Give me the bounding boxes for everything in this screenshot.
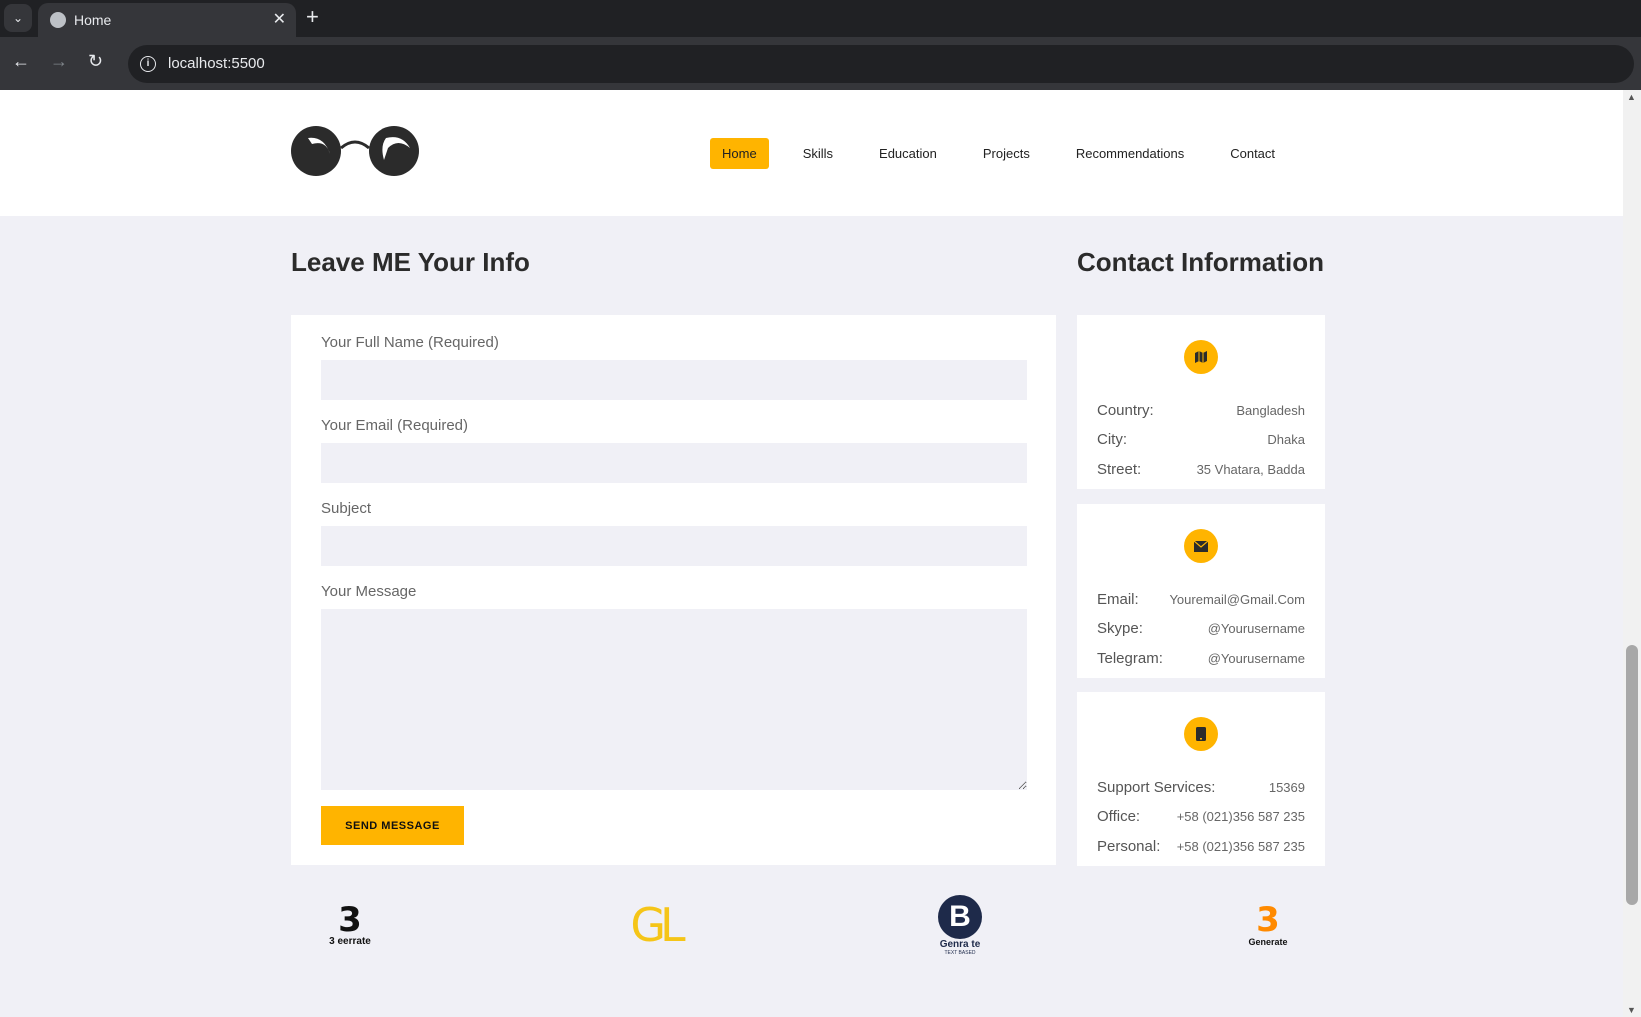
- brand-mark: 3: [338, 899, 362, 940]
- nav-home[interactable]: Home: [710, 138, 769, 169]
- row-value[interactable]: @Yourusername: [1208, 651, 1305, 666]
- row-value: Dhaka: [1267, 431, 1305, 447]
- email-row: Email: Youremail@Gmail.Com: [1097, 589, 1305, 609]
- row-value: 35 Vhatara, Badda: [1196, 461, 1305, 477]
- nav-contact[interactable]: Contact: [1218, 138, 1287, 169]
- row-key: City:: [1097, 430, 1127, 448]
- globe-icon: [50, 12, 66, 28]
- row-value[interactable]: 15369: [1269, 780, 1305, 795]
- email-card: Email: Youremail@Gmail.Com Skype: @Youru…: [1077, 504, 1325, 678]
- support-row: Support Services: 15369: [1097, 777, 1305, 797]
- nav-education[interactable]: Education: [867, 138, 949, 169]
- tab-title: Home: [74, 12, 112, 28]
- back-icon[interactable]: ←: [12, 51, 30, 72]
- city-row: City: Dhaka: [1097, 429, 1305, 449]
- email-field[interactable]: [321, 443, 1027, 483]
- browser-tab-bar: ⌄ Home ✕ +: [0, 0, 1641, 37]
- row-key: Street:: [1097, 460, 1142, 478]
- personal-row: Personal: +58 (021)356 587 235: [1097, 836, 1305, 856]
- contact-heading: Contact Information: [1077, 247, 1324, 277]
- row-key: Personal:: [1097, 837, 1161, 855]
- country-row: Country: Bangladesh: [1097, 400, 1305, 420]
- send-message-button[interactable]: SEND MESSAGE: [321, 806, 464, 845]
- site-info-icon[interactable]: i: [140, 56, 156, 72]
- map-icon: [1184, 340, 1218, 374]
- brand-logo-4: 3 Generate: [1240, 890, 1296, 960]
- street-row: Street: 35 Vhatara, Badda: [1097, 459, 1305, 479]
- brand-name: Generate: [1248, 937, 1288, 947]
- scroll-down-arrow-icon[interactable]: ▼: [1627, 1005, 1636, 1015]
- row-key: Skype:: [1097, 619, 1143, 637]
- brand-logo-3: B Genra te TEXT BASED: [928, 890, 992, 960]
- phone-card: Support Services: 15369 Office: +58 (021…: [1077, 692, 1325, 866]
- envelope-icon: [1184, 529, 1218, 563]
- page-viewport: Home Skills Education Projects Recommend…: [0, 90, 1623, 1017]
- browser-toolbar: ← → ↻ i localhost:5500: [0, 37, 1641, 90]
- row-key: Support Services:: [1097, 778, 1216, 796]
- brand-circle-icon: B: [938, 894, 982, 939]
- brand-mark: 3: [1256, 900, 1280, 940]
- url-text[interactable]: localhost:5500: [168, 55, 265, 72]
- row-key: Email:: [1097, 590, 1139, 608]
- row-key: Office:: [1097, 807, 1141, 825]
- site-header: Home Skills Education Projects Recommend…: [0, 90, 1623, 216]
- page-scrollbar[interactable]: ▲ ▼: [1623, 90, 1641, 1017]
- form-heading: Leave ME Your Info: [291, 247, 530, 277]
- skype-row: Skype: @Yourusername: [1097, 618, 1305, 638]
- name-field[interactable]: [321, 360, 1027, 400]
- message-label: Your Message: [321, 583, 417, 600]
- reload-icon[interactable]: ↻: [88, 51, 103, 72]
- scroll-up-arrow-icon[interactable]: ▲: [1627, 92, 1636, 102]
- row-value[interactable]: @Yourusername: [1208, 621, 1305, 636]
- row-key: Country:: [1097, 401, 1154, 419]
- brand-logo-1: 3 3 eerrate: [318, 890, 382, 960]
- row-value[interactable]: Youremail@Gmail.Com: [1169, 592, 1305, 607]
- phone-icon: [1184, 717, 1218, 751]
- row-value[interactable]: +58 (021)356 587 235: [1177, 839, 1305, 854]
- brand-mark: B: [949, 899, 971, 933]
- office-row: Office: +58 (021)356 587 235: [1097, 806, 1305, 826]
- contact-form: Your Full Name (Required) Your Email (Re…: [291, 315, 1056, 865]
- location-card: Country: Bangladesh City: Dhaka Street: …: [1077, 315, 1325, 489]
- glasses-logo-icon[interactable]: [290, 124, 420, 185]
- brand-name: 3 eerrate: [329, 935, 371, 947]
- telegram-row: Telegram: @Yourusername: [1097, 648, 1305, 668]
- browser-tab[interactable]: Home ✕: [38, 3, 296, 37]
- row-value: Bangladesh: [1236, 402, 1305, 418]
- scroll-thumb[interactable]: [1626, 645, 1638, 905]
- brand-logo-2: GL: [620, 890, 690, 960]
- name-label: Your Full Name (Required): [321, 334, 499, 351]
- subject-label: Subject: [321, 500, 372, 517]
- nav-recommendations[interactable]: Recommendations: [1064, 138, 1196, 169]
- nav-projects[interactable]: Projects: [971, 138, 1042, 169]
- brand-sub: TEXT BASED: [944, 949, 976, 956]
- main-nav: Home Skills Education Projects Recommend…: [710, 138, 1309, 169]
- forward-icon[interactable]: →: [50, 51, 68, 72]
- row-key: Telegram:: [1097, 649, 1163, 667]
- row-value[interactable]: +58 (021)356 587 235: [1177, 809, 1305, 824]
- new-tab-button[interactable]: +: [306, 4, 319, 30]
- brand-name: Genra te: [939, 938, 981, 950]
- message-field[interactable]: [321, 609, 1027, 790]
- address-bar[interactable]: i localhost:5500: [128, 45, 1634, 83]
- close-icon[interactable]: ✕: [273, 9, 286, 29]
- email-label: Your Email (Required): [321, 417, 469, 434]
- brand-mark: GL: [630, 898, 685, 952]
- tab-search-button[interactable]: ⌄: [4, 4, 32, 32]
- subject-field[interactable]: [321, 526, 1027, 566]
- nav-skills[interactable]: Skills: [791, 138, 845, 169]
